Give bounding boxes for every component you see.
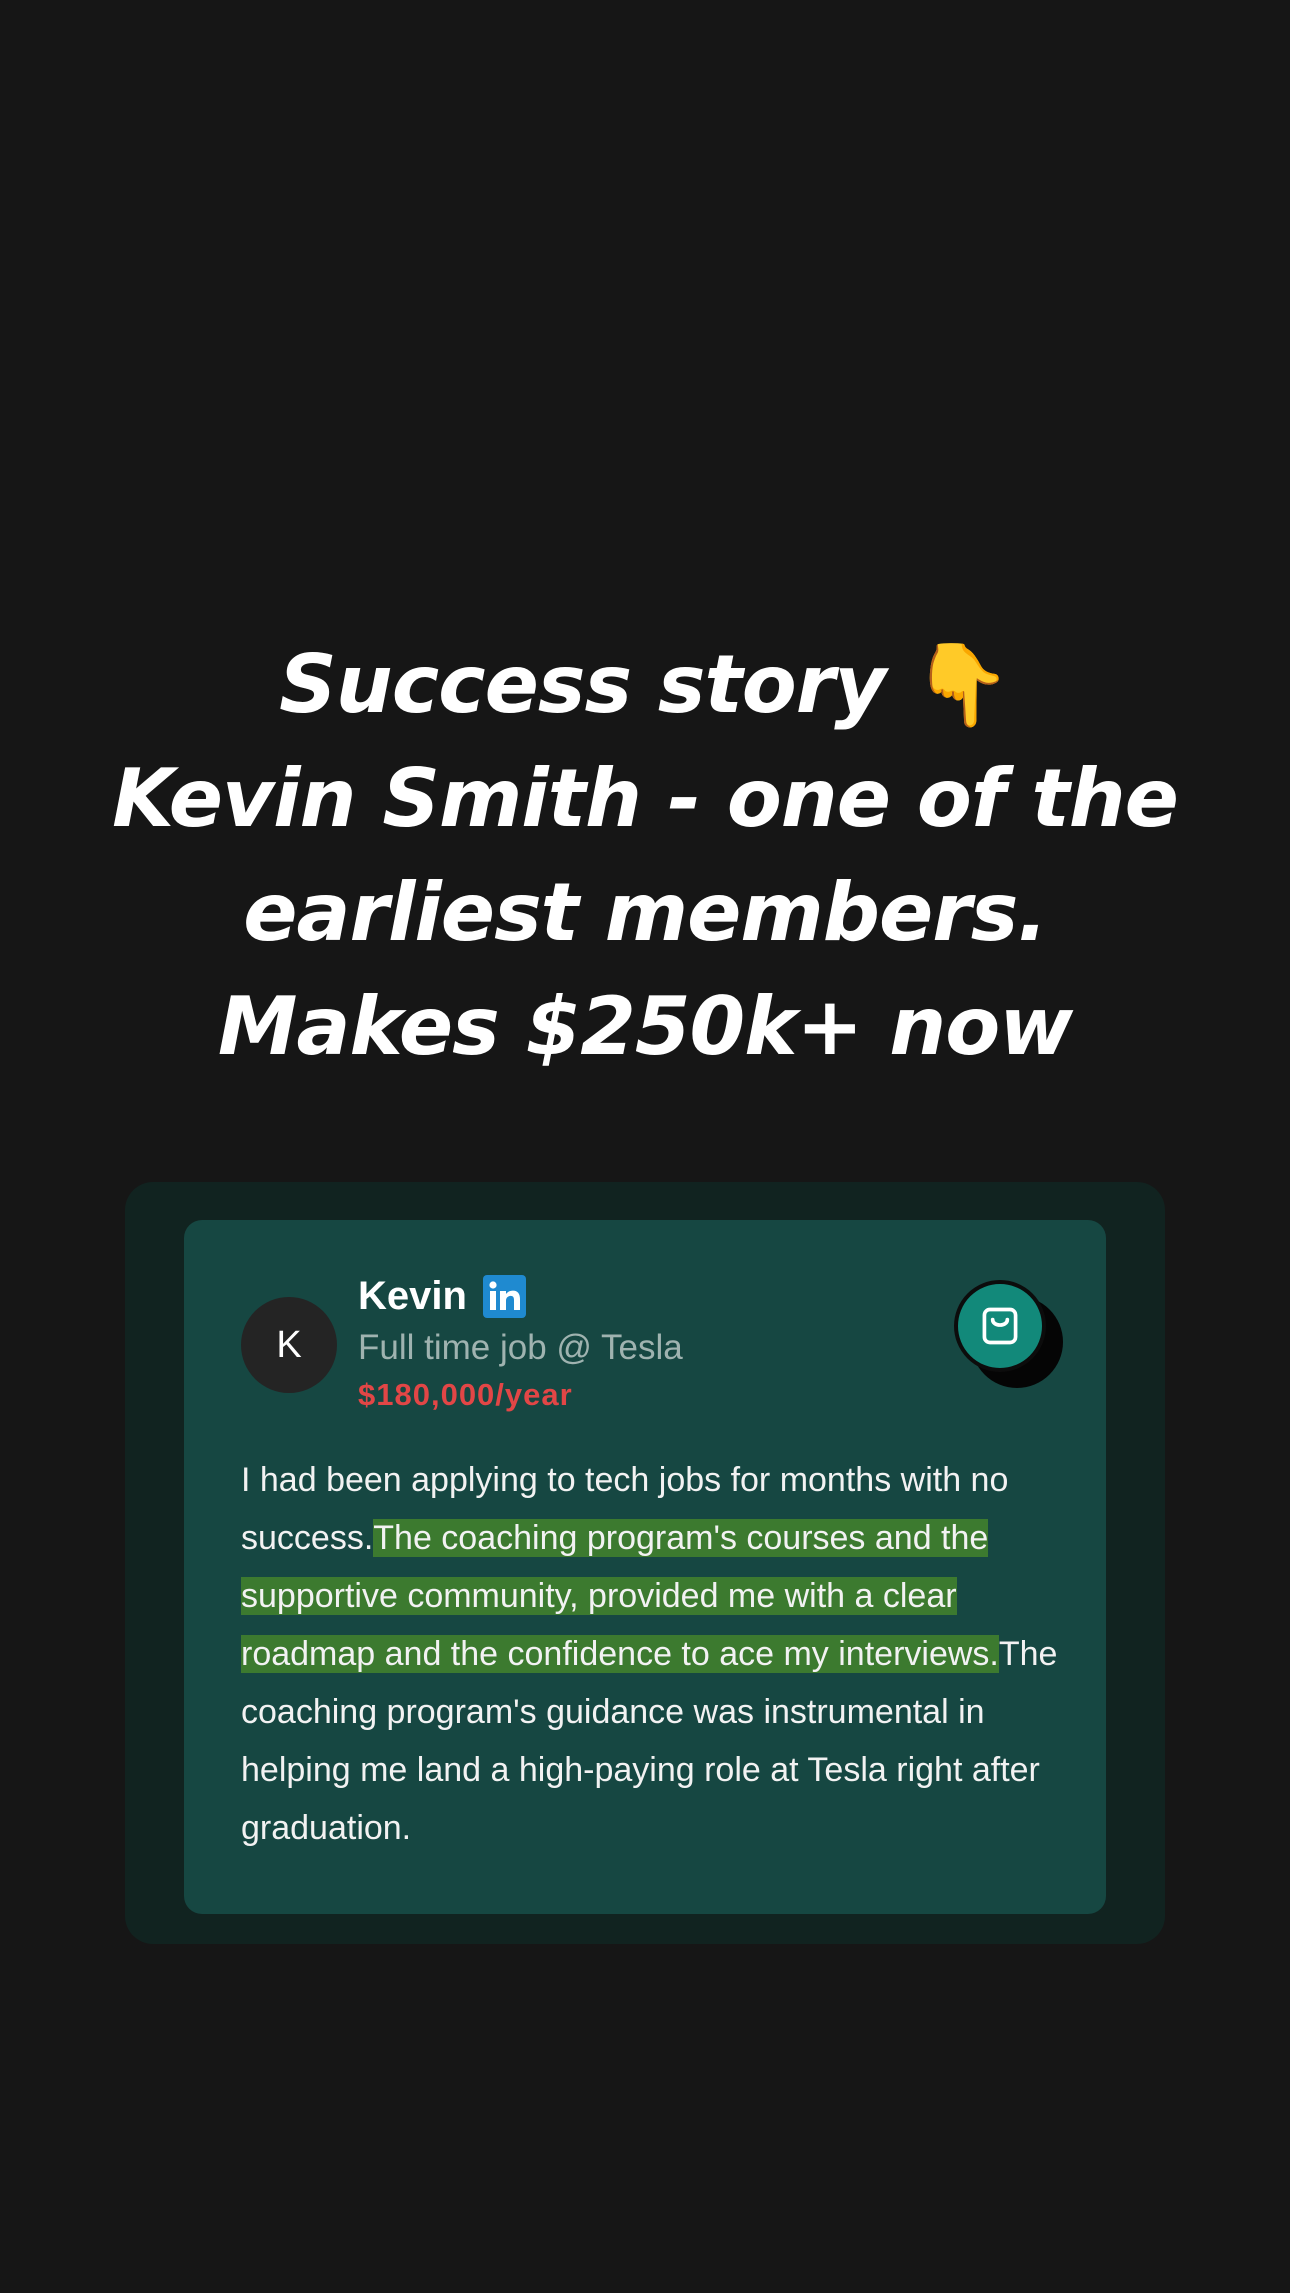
headline-line-2: Kevin Smith - one of the <box>112 752 1179 845</box>
shopping-bag-icon <box>982 1307 1018 1345</box>
job-title: Full time job @ Tesla <box>358 1328 683 1367</box>
pointing-down-emoji-icon: 👇 <box>912 638 1012 731</box>
testimonial-text: I had been applying to tech jobs for mon… <box>241 1451 1061 1857</box>
headline-line-1: Success story 👇 <box>0 628 1290 742</box>
headline-line-1-text: Success story <box>279 638 886 731</box>
avatar: K <box>241 1297 337 1393</box>
author-name-row: Kevin <box>358 1272 526 1320</box>
salary: $180,000/year <box>358 1377 573 1412</box>
headline: Success story 👇 Kevin Smith - one of the… <box>0 628 1290 1084</box>
headline-line-3: earliest members. <box>243 866 1047 959</box>
author-name: Kevin <box>358 1274 467 1318</box>
linkedin-icon[interactable] <box>482 1274 526 1318</box>
shopping-bag-button[interactable] <box>954 1280 1046 1372</box>
headline-line-4: Makes $250k+ now <box>217 980 1073 1073</box>
avatar-initial: K <box>276 1323 302 1366</box>
